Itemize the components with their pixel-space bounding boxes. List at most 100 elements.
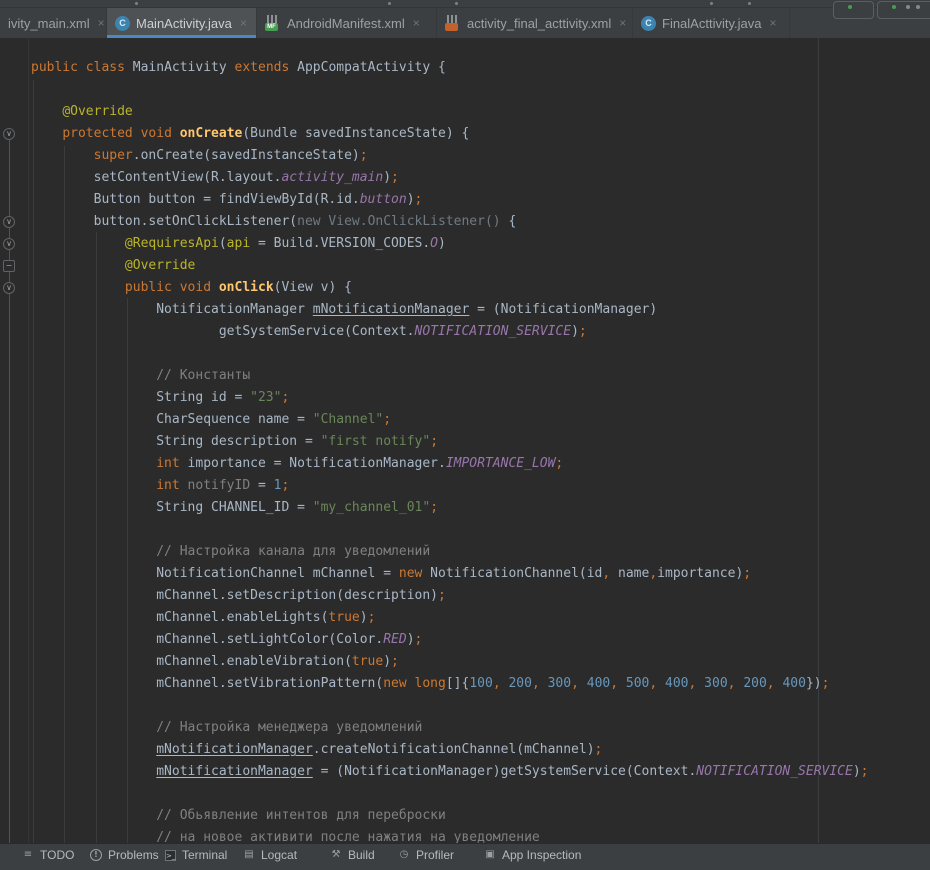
code-token: name xyxy=(610,566,649,581)
code-token: , xyxy=(767,676,775,691)
code-line[interactable]: int notifyID = 1; xyxy=(0,475,930,497)
fold-arrow-icon[interactable]: ∨ xyxy=(3,238,15,250)
problems-icon: ! xyxy=(90,849,102,861)
fold-collapse-icon[interactable]: − xyxy=(3,260,15,272)
code-token: ; xyxy=(383,412,391,427)
code-token: int xyxy=(156,478,179,493)
layout-xml-icon xyxy=(445,15,461,31)
tab-ivity-main-xml[interactable]: ivity_main.xml× xyxy=(0,8,107,38)
code-line[interactable]: public class MainActivity extends AppCom… xyxy=(0,57,930,79)
code-token: mChannel.enableVibration( xyxy=(156,654,352,669)
code-line[interactable]: protected void onCreate(Bundle savedInst… xyxy=(0,123,930,145)
code-token: 300 xyxy=(704,676,727,691)
code-line[interactable]: mChannel.setDescription(description); xyxy=(0,585,930,607)
tab-activity-final-acttivity-xml[interactable]: activity_final_acttivity.xml× xyxy=(437,8,633,38)
code-token: "my_channel_01" xyxy=(313,500,430,515)
code-token xyxy=(696,676,704,691)
toolbar-icon-dot xyxy=(710,2,713,5)
code-line[interactable]: mChannel.enableLights(true); xyxy=(0,607,930,629)
tab-label: FinalActtivity.java xyxy=(662,16,761,31)
code-line[interactable]: mNotificationManager.createNotificationC… xyxy=(0,739,930,761)
code-token: mNotificationManager xyxy=(313,302,470,317)
code-line[interactable]: String id = "23"; xyxy=(0,387,930,409)
statusbar-item-build[interactable]: ⚒Build xyxy=(330,848,375,862)
code-line[interactable]: // Настройка канала для уведомлений xyxy=(0,541,930,563)
code-line[interactable]: @Override xyxy=(0,255,930,277)
code-line[interactable]: getSystemService(Context.NOTIFICATION_SE… xyxy=(0,321,930,343)
code-line[interactable]: // Обьявление интентов для переброски xyxy=(0,805,930,827)
code-token: String id = xyxy=(156,390,250,405)
code-token: ; xyxy=(391,170,399,185)
code-line[interactable]: mChannel.enableVibration(true); xyxy=(0,651,930,673)
code-line[interactable]: public void onClick(View v) { xyxy=(0,277,930,299)
code-token: ; xyxy=(415,632,423,647)
code-token: void xyxy=(141,126,172,141)
code-line[interactable]: String description = "first notify"; xyxy=(0,431,930,453)
code-line[interactable]: NotificationManager mNotificationManager… xyxy=(0,299,930,321)
statusbar-item-terminal[interactable]: >_Terminal xyxy=(165,848,227,862)
code-line[interactable]: int importance = NotificationManager.IMP… xyxy=(0,453,930,475)
code-token: @Override xyxy=(62,104,132,119)
code-line[interactable]: String CHANNEL_ID = "my_channel_01"; xyxy=(0,497,930,519)
code-token: "23" xyxy=(250,390,281,405)
close-icon[interactable]: × xyxy=(619,16,626,30)
fold-arrow-icon[interactable]: ∨ xyxy=(3,282,15,294)
code-line[interactable]: Button button = findViewById(R.id.button… xyxy=(0,189,930,211)
tab-androidmanifest-xml[interactable]: MFAndroidManifest.xml× xyxy=(257,8,437,38)
code-token: .createNotificationChannel(mChannel) xyxy=(313,742,595,757)
code-token: NotificationManager xyxy=(156,302,313,317)
code-token xyxy=(618,676,626,691)
code-area[interactable]: public class MainActivity extends AppCom… xyxy=(0,38,930,843)
code-token: @Override xyxy=(125,258,195,273)
statusbar-item-app-inspection[interactable]: ▣App Inspection xyxy=(484,848,581,862)
android-manifest-icon: MF xyxy=(265,15,281,31)
widget-dot-icon xyxy=(916,5,920,9)
code-line[interactable] xyxy=(0,695,930,717)
run-widget[interactable] xyxy=(833,1,874,19)
fold-arrow-icon[interactable]: ∨ xyxy=(3,216,15,228)
code-token: void xyxy=(180,280,211,295)
code-line[interactable] xyxy=(0,519,930,541)
fold-arrow-icon[interactable]: ∨ xyxy=(3,128,15,140)
code-line[interactable]: // на новое активити после нажатия на ув… xyxy=(0,827,930,843)
tab-mainactivity-java[interactable]: CMainActivity.java× xyxy=(107,8,257,38)
code-line[interactable] xyxy=(0,79,930,101)
code-line[interactable]: NotificationChannel mChannel = new Notif… xyxy=(0,563,930,585)
editor[interactable]: public class MainActivity extends AppCom… xyxy=(0,38,930,843)
code-token: 500 xyxy=(626,676,649,691)
code-line[interactable]: setContentView(R.layout.activity_main); xyxy=(0,167,930,189)
code-token: ; xyxy=(555,456,563,471)
close-icon[interactable]: × xyxy=(240,16,247,30)
code-line[interactable]: button.setOnClickListener(new View.OnCli… xyxy=(0,211,930,233)
code-line[interactable] xyxy=(0,343,930,365)
code-line[interactable]: mChannel.setVibrationPattern(new long[]{… xyxy=(0,673,930,695)
statusbar-item-todo[interactable]: ≡TODO xyxy=(22,848,74,862)
statusbar-item-label: Terminal xyxy=(182,848,227,862)
device-widget[interactable] xyxy=(877,1,930,19)
code-line[interactable]: @RequiresApi(api = Build.VERSION_CODES.O… xyxy=(0,233,930,255)
statusbar-item-logcat[interactable]: ▤Logcat xyxy=(243,848,297,862)
code-line[interactable]: // Константы xyxy=(0,365,930,387)
code-token xyxy=(540,676,548,691)
statusbar-item-problems[interactable]: !Problems xyxy=(90,848,159,862)
statusbar-item-profiler[interactable]: ◷Profiler xyxy=(398,848,454,862)
code-line[interactable] xyxy=(0,783,930,805)
code-line[interactable]: mChannel.setLightColor(Color.RED); xyxy=(0,629,930,651)
code-token: 300 xyxy=(548,676,571,691)
close-icon[interactable]: × xyxy=(769,16,776,30)
code-token: = (NotificationManager)getSystemService(… xyxy=(313,764,697,779)
code-line[interactable]: mNotificationManager = (NotificationMana… xyxy=(0,761,930,783)
code-line[interactable]: super.onCreate(savedInstanceState); xyxy=(0,145,930,167)
close-icon[interactable]: × xyxy=(413,16,420,30)
code-token: "Channel" xyxy=(313,412,383,427)
code-line[interactable]: // Настройка менеджера уведомлений xyxy=(0,717,930,739)
code-token xyxy=(657,676,665,691)
tab-finalacttivity-java[interactable]: CFinalActtivity.java× xyxy=(633,8,790,38)
code-line[interactable]: @Override xyxy=(0,101,930,123)
code-token: mChannel.enableLights( xyxy=(156,610,328,625)
code-line[interactable]: CharSequence name = "Channel"; xyxy=(0,409,930,431)
code-token: ; xyxy=(438,588,446,603)
code-token: ; xyxy=(595,742,603,757)
close-icon[interactable]: × xyxy=(98,16,105,30)
code-token: ) xyxy=(360,610,368,625)
